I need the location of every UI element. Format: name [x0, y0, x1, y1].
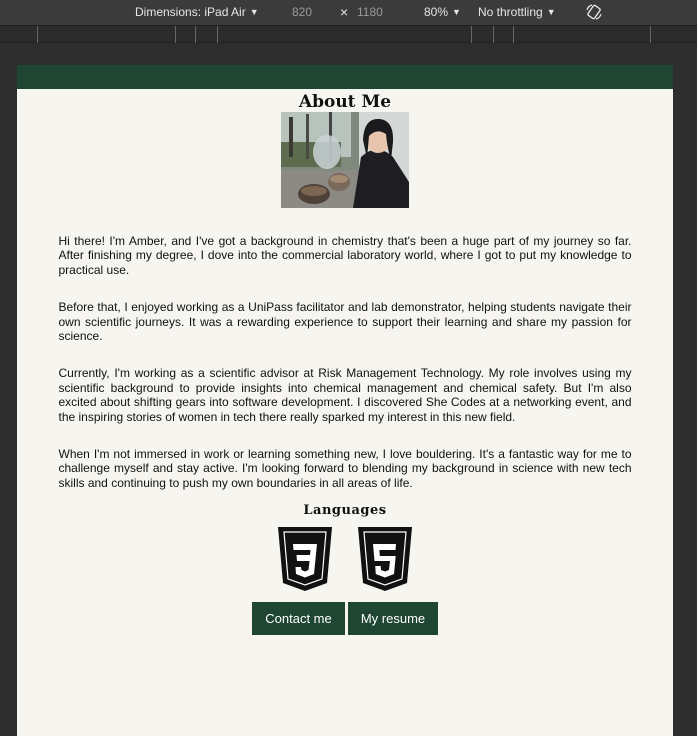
- viewport-width-input[interactable]: 820: [292, 0, 312, 25]
- page-title: About Me: [298, 92, 392, 112]
- chevron-down-icon: ▼: [452, 7, 461, 17]
- ruler-tick: [493, 26, 494, 43]
- bio-paragraph-4: When I'm not immersed in work or learnin…: [58, 447, 632, 490]
- swap-dimensions-icon[interactable]: ×: [340, 0, 348, 25]
- device-dimensions-dropdown[interactable]: Dimensions: iPad Air ▼: [135, 0, 259, 25]
- devtools-toolbar: Dimensions: iPad Air ▼ 820 × 1180 80% ▼ No…: [0, 0, 697, 25]
- bio-section: Hi there! I'm Amber, and I've got a back…: [59, 234, 632, 490]
- bio-paragraph-1: Hi there! I'm Amber, and I've got a back…: [58, 234, 632, 277]
- profile-photo: [281, 112, 409, 208]
- action-buttons: Contact me My resume: [17, 602, 673, 636]
- ruler-tick: [175, 26, 176, 43]
- ruler-tick: [195, 26, 196, 43]
- ruler-tick: [513, 26, 514, 43]
- site-header-bar: [17, 65, 673, 89]
- viewport-height-input[interactable]: 1180: [357, 0, 383, 25]
- contact-me-button[interactable]: Contact me: [252, 602, 345, 636]
- ruler-tick: [471, 26, 472, 43]
- rotate-icon[interactable]: [585, 3, 603, 21]
- chevron-down-icon: ▼: [249, 7, 259, 17]
- throttling-label: No throttling: [478, 5, 543, 19]
- my-resume-button[interactable]: My resume: [348, 602, 438, 636]
- throttling-dropdown[interactable]: No throttling ▼: [478, 0, 556, 25]
- zoom-dropdown[interactable]: 80% ▼: [424, 0, 461, 25]
- device-dimensions-label: Dimensions: iPad Air: [135, 5, 246, 19]
- css3-icon: [276, 527, 334, 592]
- ruler-tick: [37, 26, 38, 43]
- html5-icon: [356, 527, 414, 592]
- media-query-ruler[interactable]: [0, 25, 697, 43]
- bio-paragraph-3: Currently, I'm working as a scientific a…: [58, 366, 632, 424]
- languages-title: Languages: [303, 503, 387, 519]
- device-viewport: About Me Hi there! I'm Amber, and I've g…: [17, 65, 673, 736]
- chevron-down-icon: ▼: [546, 7, 556, 17]
- ruler-tick: [650, 26, 651, 43]
- languages-list: [17, 527, 673, 592]
- zoom-label: 80%: [424, 5, 449, 19]
- bio-paragraph-2: Before that, I enjoyed working as a UniP…: [58, 300, 632, 344]
- ruler-tick: [217, 26, 218, 43]
